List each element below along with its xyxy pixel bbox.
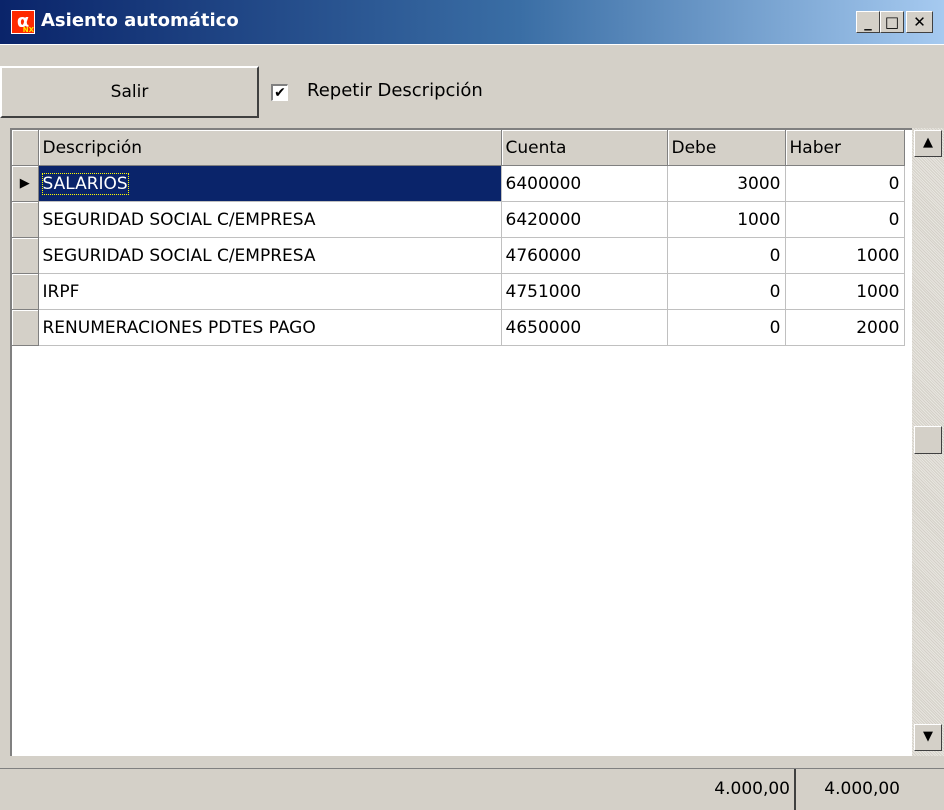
header-descripcion[interactable]: Descripción <box>38 130 502 166</box>
maximize-button[interactable]: □ <box>880 11 904 33</box>
scroll-up-icon[interactable]: ▲ <box>914 130 942 157</box>
close-button[interactable]: ✕ <box>906 11 933 33</box>
salir-button[interactable]: Salir <box>0 66 259 118</box>
header-cuenta[interactable]: Cuenta <box>501 130 668 166</box>
header-debe[interactable]: Debe <box>667 130 786 166</box>
cell-cuenta[interactable]: 4760000 <box>501 237 668 274</box>
cell-debe[interactable]: 3000 <box>667 165 786 202</box>
window-title: Asiento automático <box>41 10 239 31</box>
cell-cuenta[interactable]: 4751000 <box>501 273 668 310</box>
cell-cuenta[interactable]: 6420000 <box>501 201 668 238</box>
cell-descripcion[interactable]: SEGURIDAD SOCIAL C/EMPRESA <box>38 201 502 238</box>
header-haber[interactable]: Haber <box>785 130 905 166</box>
table-row[interactable]: SEGURIDAD SOCIAL C/EMPRESA 4760000 0 100… <box>12 237 905 274</box>
totals-bar: 4.000,00 4.000,00 <box>0 768 944 810</box>
scroll-down-icon[interactable]: ▼ <box>914 724 942 751</box>
cell-debe[interactable]: 0 <box>667 273 786 310</box>
table-row[interactable]: SEGURIDAD SOCIAL C/EMPRESA 6420000 1000 … <box>12 201 905 238</box>
entries-grid[interactable]: Descripción Cuenta Debe Haber ▶ SALARIOS… <box>10 128 944 756</box>
repeat-description-checkbox[interactable]: ✔ <box>271 84 288 101</box>
cell-descripcion[interactable]: RENUMERACIONES PDTES PAGO <box>38 309 502 346</box>
title-bar[interactable]: α NX Asiento automático _ □ ✕ <box>0 0 944 45</box>
app-alpha-icon[interactable]: α NX <box>11 10 35 34</box>
row-indicator[interactable] <box>12 273 39 310</box>
cell-haber[interactable]: 0 <box>785 201 905 238</box>
row-indicator-icon[interactable]: ▶ <box>12 165 39 202</box>
cell-haber[interactable]: 1000 <box>785 273 905 310</box>
cell-cuenta[interactable]: 4650000 <box>501 309 668 346</box>
cell-descripcion[interactable]: SEGURIDAD SOCIAL C/EMPRESA <box>38 237 502 274</box>
cell-descripcion[interactable]: SALARIOS <box>38 165 502 202</box>
minimize-button[interactable]: _ <box>856 11 880 33</box>
repeat-description-label[interactable]: Repetir Descripción <box>307 80 483 102</box>
row-indicator[interactable] <box>12 309 39 346</box>
cell-haber[interactable]: 0 <box>785 165 905 202</box>
table-row[interactable]: ▶ SALARIOS 6400000 3000 0 <box>12 165 905 202</box>
grid-header-row: Descripción Cuenta Debe Haber <box>12 130 905 166</box>
total-haber: 4.000,00 <box>824 779 900 799</box>
cell-cuenta[interactable]: 6400000 <box>501 165 668 202</box>
table-row[interactable]: IRPF 4751000 0 1000 <box>12 273 905 310</box>
cell-debe[interactable]: 0 <box>667 309 786 346</box>
row-indicator[interactable] <box>12 237 39 274</box>
cell-haber[interactable]: 2000 <box>785 309 905 346</box>
cell-debe[interactable]: 1000 <box>667 201 786 238</box>
vertical-scrollbar[interactable]: ▲ ▼ <box>912 128 944 756</box>
table-row[interactable]: RENUMERACIONES PDTES PAGO 4650000 0 2000 <box>12 309 905 346</box>
header-indicator <box>12 130 39 166</box>
cell-haber[interactable]: 1000 <box>785 237 905 274</box>
cell-descripcion[interactable]: IRPF <box>38 273 502 310</box>
total-debe: 4.000,00 <box>650 769 796 810</box>
cell-debe[interactable]: 0 <box>667 237 786 274</box>
row-indicator[interactable] <box>12 201 39 238</box>
cell-descripcion-text: SALARIOS <box>41 172 129 195</box>
scroll-thumb[interactable] <box>914 426 942 454</box>
